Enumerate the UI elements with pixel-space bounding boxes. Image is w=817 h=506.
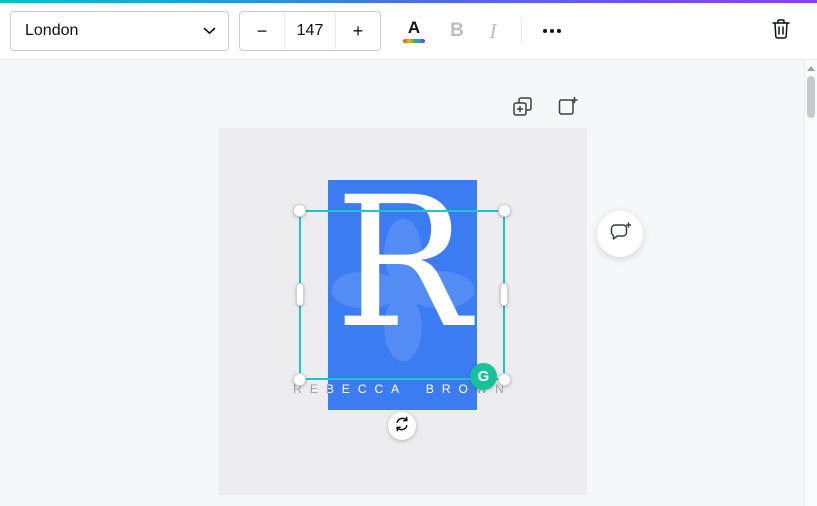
brand-gradient-bar (0, 0, 817, 3)
resize-handle-bottom-right[interactable] (498, 373, 511, 386)
resize-handle-top-right[interactable] (498, 204, 511, 217)
resize-handle-right[interactable] (500, 283, 508, 306)
chevron-down-icon (203, 22, 216, 40)
vertical-scrollbar[interactable] (804, 60, 817, 506)
rotate-icon (394, 416, 410, 437)
resize-handle-left[interactable] (296, 283, 304, 306)
add-page-button[interactable] (554, 93, 580, 119)
rainbow-color-bar-icon (403, 39, 425, 43)
font-selector[interactable]: London (10, 11, 229, 51)
scroll-up-arrow[interactable] (807, 66, 815, 71)
font-selector-label: London (25, 22, 79, 39)
trash-icon (771, 18, 791, 45)
more-icon (543, 29, 547, 33)
text-color-button[interactable]: A (397, 10, 431, 52)
font-size-increase-button[interactable]: + (336, 12, 380, 50)
add-comment-button[interactable] (597, 211, 643, 257)
duplicate-page-button[interactable] (509, 93, 535, 119)
bold-button[interactable]: B (439, 11, 475, 51)
monogram-element[interactable]: R (328, 180, 477, 410)
text-toolbar: London − 147 + A B I (0, 3, 817, 60)
comment-plus-icon (608, 220, 632, 249)
text-color-letter: A (407, 18, 421, 37)
delete-button[interactable] (763, 13, 799, 49)
resize-handle-bottom-left[interactable] (293, 373, 306, 386)
more-options-button[interactable] (532, 11, 572, 51)
toolbar-divider (521, 19, 522, 43)
scroll-thumb[interactable] (807, 76, 815, 118)
font-size-decrease-button[interactable]: − (240, 12, 284, 50)
rotate-handle[interactable] (388, 412, 416, 440)
monogram-letter: R (334, 180, 471, 368)
name-text[interactable]: REBECCA BROWN (218, 382, 587, 396)
editor-canvas: R REBECCA BROWN REBECCA BROWN G (0, 60, 817, 506)
grammarly-badge[interactable]: G (470, 363, 497, 390)
font-size-stepper: − 147 + (239, 11, 381, 51)
font-size-value[interactable]: 147 (284, 12, 336, 50)
italic-button[interactable]: I (475, 11, 511, 51)
resize-handle-top-left[interactable] (293, 204, 306, 217)
